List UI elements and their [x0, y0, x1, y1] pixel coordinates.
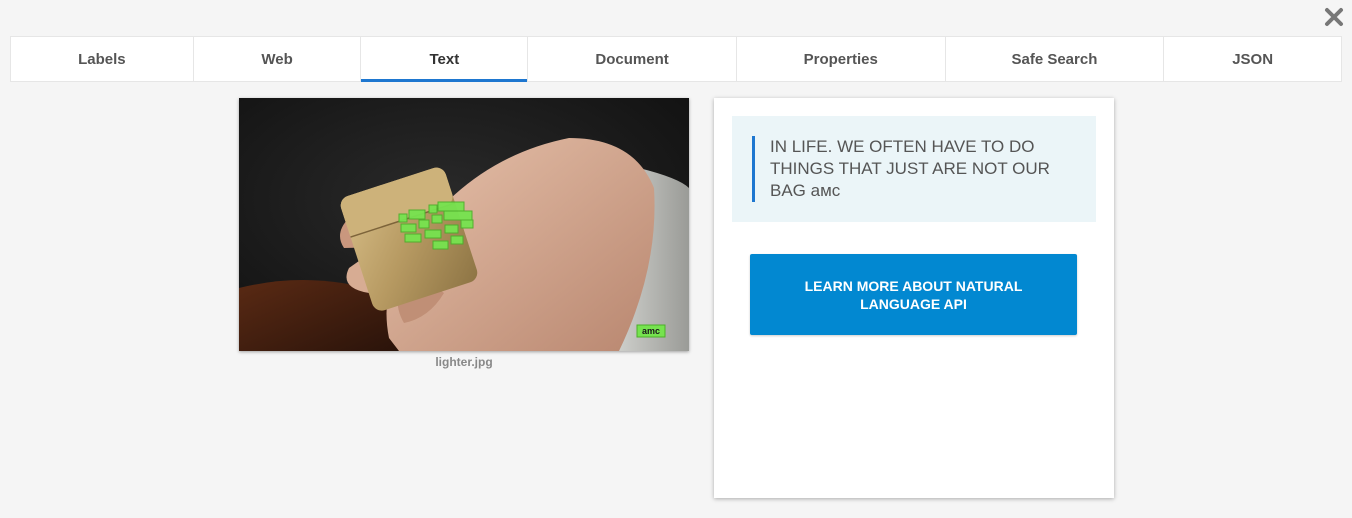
analyzed-image: amc	[239, 98, 689, 351]
text-result-card: IN LIFE. WE OFTEN HAVE TO DO THINGS THAT…	[714, 98, 1114, 498]
tab-safe-search[interactable]: Safe Search	[946, 37, 1165, 81]
watermark-text: amc	[642, 326, 660, 336]
tab-document[interactable]: Document	[528, 37, 737, 81]
result-tabs: Labels Web Text Document Properties Safe…	[10, 36, 1342, 82]
detected-text: IN LIFE. WE OFTEN HAVE TO DO THINGS THAT…	[752, 136, 1076, 202]
tab-text[interactable]: Text	[361, 37, 529, 82]
tab-web[interactable]: Web	[194, 37, 362, 81]
close-button[interactable]	[1323, 6, 1345, 28]
detected-text-box: IN LIFE. WE OFTEN HAVE TO DO THINGS THAT…	[732, 116, 1096, 222]
image-caption: lighter.jpg	[435, 355, 493, 369]
close-icon	[1325, 8, 1343, 26]
tab-json[interactable]: JSON	[1164, 37, 1341, 81]
learn-more-button[interactable]: LEARN MORE ABOUT NATURAL LANGUAGE API	[750, 254, 1077, 335]
tab-labels[interactable]: Labels	[11, 37, 194, 81]
lighter-photo: amc	[239, 98, 689, 351]
tab-properties[interactable]: Properties	[737, 37, 946, 81]
